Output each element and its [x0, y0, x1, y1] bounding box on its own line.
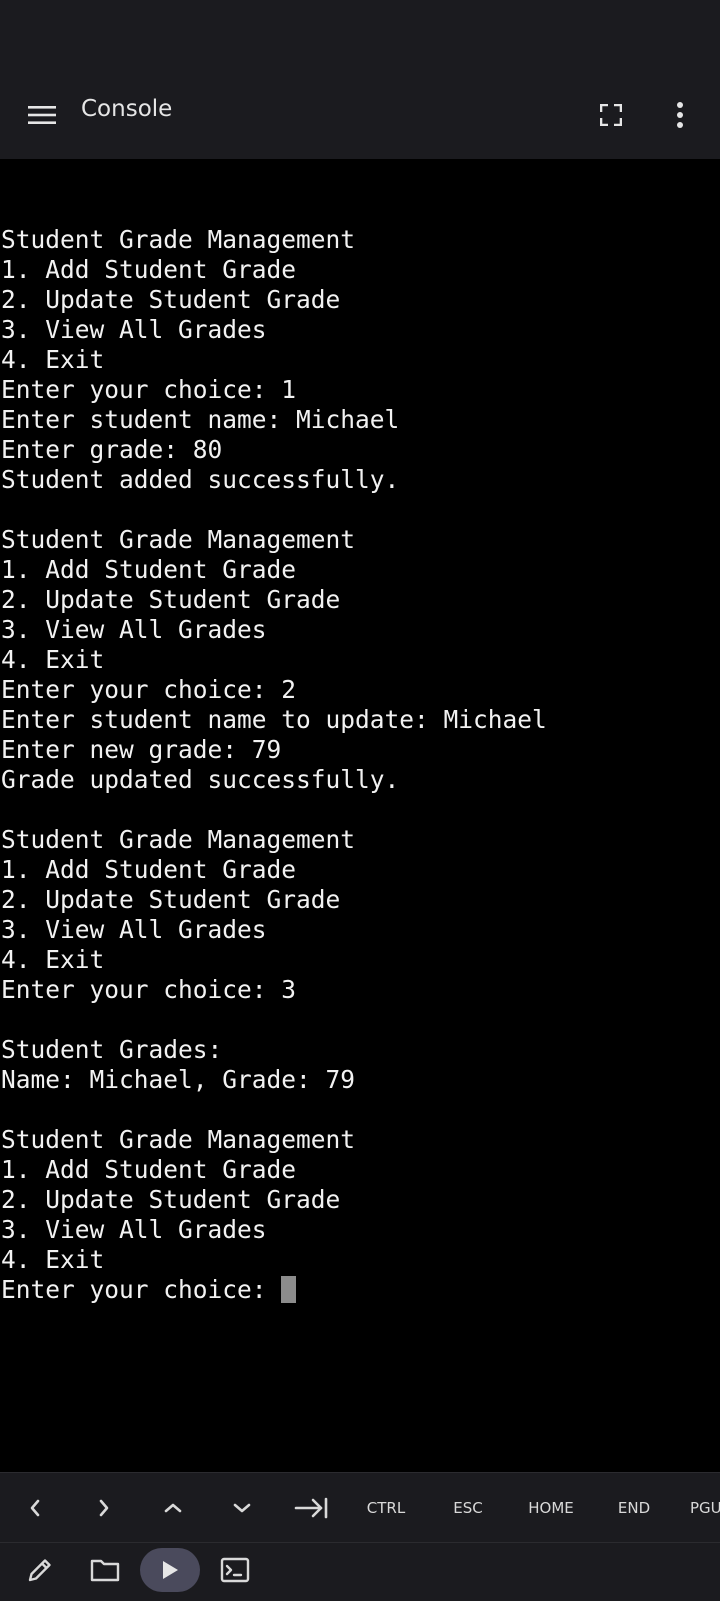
- console-line: Enter new grade: 79: [1, 735, 282, 764]
- key-down[interactable]: [219, 1473, 265, 1543]
- console-line: 4. Exit: [1, 345, 105, 374]
- pencil-icon: [28, 1559, 51, 1582]
- files-button[interactable]: [83, 1548, 127, 1592]
- console-line: Enter your choice: 3: [1, 975, 297, 1004]
- run-button[interactable]: [140, 1548, 200, 1592]
- console-prompt-line[interactable]: Enter your choice:: [1, 1275, 547, 1305]
- console-line: 3. View All Grades: [1, 915, 267, 944]
- console-prompt: Enter your choice:: [1, 1275, 282, 1304]
- key-ctrl[interactable]: CTRL: [353, 1473, 419, 1543]
- chevron-down-icon: [233, 1503, 251, 1513]
- console-line: 2. Update Student Grade: [1, 885, 341, 914]
- menu-button[interactable]: [20, 93, 64, 137]
- key-right[interactable]: [81, 1473, 127, 1543]
- console-line: 2. Update Student Grade: [1, 285, 341, 314]
- console-line: 4. Exit: [1, 645, 105, 674]
- console-line: 4. Exit: [1, 945, 105, 974]
- key-esc[interactable]: ESC: [438, 1473, 498, 1543]
- terminal-button[interactable]: [213, 1548, 257, 1592]
- key-home[interactable]: HOME: [515, 1473, 587, 1543]
- terminal-icon: [220, 1557, 250, 1583]
- console-line: 3. View All Grades: [1, 615, 267, 644]
- console-lines: Student Grade Management 1. Add Student …: [1, 195, 547, 1305]
- key-up[interactable]: [150, 1473, 196, 1543]
- play-icon: [163, 1561, 178, 1579]
- console-line: 3. View All Grades: [1, 315, 267, 344]
- key-left[interactable]: [12, 1473, 58, 1543]
- edit-button[interactable]: [18, 1548, 62, 1592]
- console-line: Enter student name to update: Michael: [1, 705, 547, 734]
- key-tab[interactable]: [288, 1473, 334, 1543]
- console-line: 1. Add Student Grade: [1, 555, 297, 584]
- console-line: 1. Add Student Grade: [1, 855, 297, 884]
- page-title: Console: [81, 96, 173, 122]
- key-end[interactable]: END: [603, 1473, 665, 1543]
- console-line: Student Grades:: [1, 1035, 223, 1064]
- chevron-right-icon: [99, 1499, 109, 1517]
- console-line: Enter your choice: 1: [1, 375, 297, 404]
- console-line: Student Grade Management: [1, 525, 356, 554]
- chevron-left-icon: [30, 1499, 40, 1517]
- more-vert-icon: [677, 102, 683, 128]
- text-cursor: [281, 1276, 297, 1303]
- console-line: 1. Add Student Grade: [1, 255, 297, 284]
- console-line: 3. View All Grades: [1, 1215, 267, 1244]
- console-line: Student added successfully.: [1, 465, 400, 494]
- tab-arrow-icon: [294, 1497, 328, 1519]
- console-line: Name: Michael, Grade: 79: [1, 1065, 356, 1094]
- console-line: Enter your choice: 2: [1, 675, 297, 704]
- console-line: 2. Update Student Grade: [1, 585, 341, 614]
- console-line: Student Grade Management: [1, 1125, 356, 1154]
- console-line: 4. Exit: [1, 1245, 105, 1274]
- chevron-up-icon: [164, 1503, 182, 1513]
- console-line: 2. Update Student Grade: [1, 1185, 341, 1214]
- console-line: Student Grade Management: [1, 825, 356, 854]
- fullscreen-icon: [600, 104, 622, 126]
- hamburger-menu-icon: [28, 106, 56, 124]
- console-line: 1. Add Student Grade: [1, 1155, 297, 1184]
- folder-icon: [90, 1559, 120, 1582]
- console-output[interactable]: Student Grade Management 1. Add Student …: [0, 159, 720, 1472]
- console-line: Enter grade: 80: [1, 435, 223, 464]
- console-line: Grade updated successfully.: [1, 765, 400, 794]
- bottom-toolbar: [0, 1542, 720, 1601]
- key-pgup[interactable]: PGUP: [690, 1473, 720, 1543]
- console-line: Student Grade Management: [1, 225, 356, 254]
- extra-keys-row: CTRL ESC HOME END PGUP: [0, 1472, 720, 1543]
- fullscreen-button[interactable]: [589, 93, 633, 137]
- app-bar: Console: [0, 70, 720, 159]
- status-bar: [0, 0, 720, 70]
- more-options-button[interactable]: [658, 93, 702, 137]
- console-line: Enter student name: Michael: [1, 405, 400, 434]
